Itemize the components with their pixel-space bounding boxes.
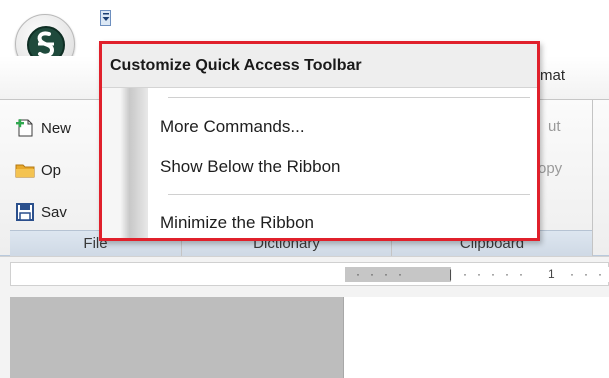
open-folder-icon xyxy=(15,164,35,178)
workspace-background xyxy=(10,297,343,378)
menu-divider xyxy=(168,194,530,195)
ruler-mark-1: 1 xyxy=(548,267,555,281)
menu-item-more-commands[interactable]: More Commands... xyxy=(160,117,305,137)
new-button[interactable]: New xyxy=(15,118,71,138)
menu-header: Customize Quick Access Toolbar xyxy=(102,44,537,88)
ruler-ticks-right: · · · · · xyxy=(463,267,523,281)
cut-button-label: ut xyxy=(548,118,561,135)
ruler-ticks-tail: · · · xyxy=(570,267,602,281)
save-button[interactable]: Sav xyxy=(15,202,67,222)
qat-customize-button[interactable] xyxy=(100,10,111,26)
ruler-ticks-left: · · · · xyxy=(356,267,416,281)
new-document-icon xyxy=(16,119,33,137)
ruler-indent-marker[interactable]: | xyxy=(449,267,452,281)
menu-item-show-below-ribbon[interactable]: Show Below the Ribbon xyxy=(160,157,341,177)
dropdown-arrow-icon xyxy=(102,13,110,21)
open-button[interactable]: Op xyxy=(15,160,61,180)
menu-icon-gutter xyxy=(102,88,148,238)
save-button-label: Sav xyxy=(41,203,67,221)
menu-item-minimize-ribbon[interactable]: Minimize the Ribbon xyxy=(160,213,314,233)
qat-customize-menu: Customize Quick Access Toolbar More Comm… xyxy=(99,41,540,241)
save-icon xyxy=(16,203,34,221)
menu-divider xyxy=(168,97,530,98)
copy-button-label: opy xyxy=(538,160,563,177)
document-page[interactable] xyxy=(343,297,609,378)
open-button-label: Op xyxy=(41,161,62,179)
new-button-label: New xyxy=(41,119,72,137)
copy-button[interactable]: opy xyxy=(538,160,562,177)
cut-button[interactable]: ut xyxy=(548,118,561,135)
